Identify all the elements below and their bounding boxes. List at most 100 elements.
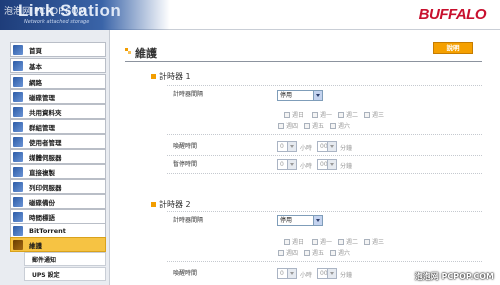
group-icon: [13, 121, 23, 132]
chevron-down-icon: [287, 160, 296, 169]
timer2-bullet-icon: [151, 202, 156, 207]
timer1-day-wed[interactable]: 週三: [364, 110, 384, 119]
checkbox[interactable]: [330, 249, 336, 256]
help-button[interactable]: 說明: [433, 42, 473, 54]
sidebar-item-home[interactable]: 首頁: [10, 42, 106, 57]
checkbox[interactable]: [278, 122, 284, 129]
day-label: 週三: [372, 239, 385, 246]
checkbox[interactable]: [330, 122, 336, 129]
minute-unit: 分鐘: [340, 163, 353, 170]
checkbox[interactable]: [338, 238, 344, 245]
timer1-sleep-minute-select[interactable]: 00: [317, 159, 337, 170]
hour-value: 0: [280, 270, 284, 277]
timer2-interval-select[interactable]: 停用: [277, 215, 323, 226]
sidebar-item-media-server[interactable]: 媒體伺服器: [10, 149, 106, 164]
sidebar-item-maintenance[interactable]: 維護: [10, 237, 106, 252]
sidebar-item-label: 磁碟備份: [29, 198, 55, 207]
chevron-down-icon: [327, 269, 336, 278]
sidebar-item-direct-copy[interactable]: 直接複製: [10, 164, 106, 179]
user-icon: [13, 136, 23, 147]
sidebar-item-label: 列印伺服器: [29, 183, 62, 192]
day-label: 週一: [320, 239, 333, 246]
checkbox[interactable]: [364, 111, 370, 118]
checkbox[interactable]: [338, 111, 344, 118]
timer1-interval-select[interactable]: 停用: [277, 90, 323, 101]
timer1-interval-value: 停用: [280, 92, 293, 99]
sidebar-item-disk-management[interactable]: 磁碟管理: [10, 89, 106, 104]
timer2-day-fri[interactable]: 週五: [304, 248, 324, 257]
sidebar-item-basic[interactable]: 基本: [10, 58, 106, 73]
sidebar-item-label: 共用資料夾: [29, 108, 62, 117]
timer2-wake-hour-select[interactable]: 0: [277, 268, 297, 279]
timer1-sleep-hour-select[interactable]: 0: [277, 159, 297, 170]
timer2-day-thu[interactable]: 週四: [278, 248, 298, 257]
sidebar-item-label: 媒體伺服器: [29, 153, 62, 162]
timer2-day-mon[interactable]: 週一: [312, 237, 332, 246]
timer1-interval-label: 計時器間隔: [173, 91, 204, 98]
sidebar-item-network[interactable]: 網路: [10, 74, 106, 89]
checkbox[interactable]: [364, 238, 370, 245]
day-label: 週四: [286, 250, 299, 257]
sidebar-item-label: 直接複製: [29, 168, 55, 177]
sidebar-item-label: 磁碟管理: [29, 93, 55, 102]
brand-logo: BUFFALO: [418, 6, 487, 23]
sidebar-subitem-ups-settings[interactable]: UPS 設定: [24, 267, 106, 281]
sidebar: 首頁 基本 網路 磁碟管理 共用資料夾 群組管理 使用者管理 媒體伺服器 直接複…: [0, 30, 110, 285]
timer1-wake-minute-select[interactable]: 00: [317, 141, 337, 152]
timer1-day-sun[interactable]: 週日: [284, 110, 304, 119]
checkbox[interactable]: [278, 249, 284, 256]
folder-icon: [13, 106, 23, 117]
timer1-day-fri[interactable]: 週五: [304, 121, 324, 130]
chevron-down-icon: [327, 142, 336, 151]
timer1-wake-hour-select[interactable]: 0: [277, 141, 297, 152]
sidebar-subitem-mail-notification[interactable]: 郵件通知: [24, 252, 106, 266]
checkbox[interactable]: [312, 238, 318, 245]
checkbox[interactable]: [304, 249, 310, 256]
timer2-day-wed[interactable]: 週三: [364, 237, 384, 246]
timer1-day-thu[interactable]: 週四: [278, 121, 298, 130]
timer2-title: 計時器 2: [159, 200, 191, 209]
sidebar-item-disk-backup[interactable]: 磁碟備份: [10, 194, 106, 209]
day-label: 週六: [338, 123, 351, 130]
row-divider: [167, 155, 482, 156]
checkbox[interactable]: [312, 111, 318, 118]
sidebar-item-label: 群組管理: [29, 123, 55, 132]
timer2-day-sun[interactable]: 週日: [284, 237, 304, 246]
sidebar-item-print-server[interactable]: 列印伺服器: [10, 179, 106, 194]
checkbox[interactable]: [284, 111, 290, 118]
day-label: 週二: [346, 239, 359, 246]
title-bullet-icon: [125, 48, 131, 54]
checkbox[interactable]: [284, 238, 290, 245]
timer2-wake-minute-select[interactable]: 00: [317, 268, 337, 279]
chevron-down-icon: [287, 269, 296, 278]
row-divider: [167, 85, 482, 86]
minute-unit: 分鐘: [340, 145, 353, 152]
chevron-down-icon: [313, 91, 322, 100]
app-header: Link Station Network attached storage 泡泡…: [0, 0, 500, 30]
hour-value: 0: [280, 143, 284, 150]
timer1-title: 計時器 1: [159, 72, 191, 81]
sidebar-item-shared-folders[interactable]: 共用資料夾: [10, 104, 106, 119]
row-divider: [167, 173, 482, 174]
sidebar-item-label: 網路: [29, 78, 42, 87]
sidebar-item-label: BitTorrent: [29, 226, 66, 235]
timer2-day-sat[interactable]: 週六: [330, 248, 350, 257]
media-server-icon: [13, 151, 23, 162]
app-subtitle: Network attached storage: [24, 19, 90, 25]
sidebar-item-group-management[interactable]: 群組管理: [10, 119, 106, 134]
timer1-day-mon[interactable]: 週一: [312, 110, 332, 119]
sidebar-item-time-machine[interactable]: 時間標語: [10, 209, 106, 224]
sidebar-item-label: 基本: [29, 62, 42, 71]
timer1-day-sat[interactable]: 週六: [330, 121, 350, 130]
timer2-day-tue[interactable]: 週二: [338, 237, 358, 246]
disk-icon: [13, 91, 23, 102]
day-label: 週日: [292, 112, 305, 119]
timer1-day-tue[interactable]: 週二: [338, 110, 358, 119]
row-divider: [167, 211, 482, 212]
header-watermark: 泡泡网 PCPOP.COM: [4, 7, 87, 17]
timer1-wake-label: 喚醒時間: [173, 143, 198, 150]
sidebar-item-bittorrent[interactable]: BitTorrent: [10, 223, 106, 238]
sidebar-item-label: 使用者管理: [29, 138, 62, 147]
checkbox[interactable]: [304, 122, 310, 129]
sidebar-item-user-management[interactable]: 使用者管理: [10, 134, 106, 149]
